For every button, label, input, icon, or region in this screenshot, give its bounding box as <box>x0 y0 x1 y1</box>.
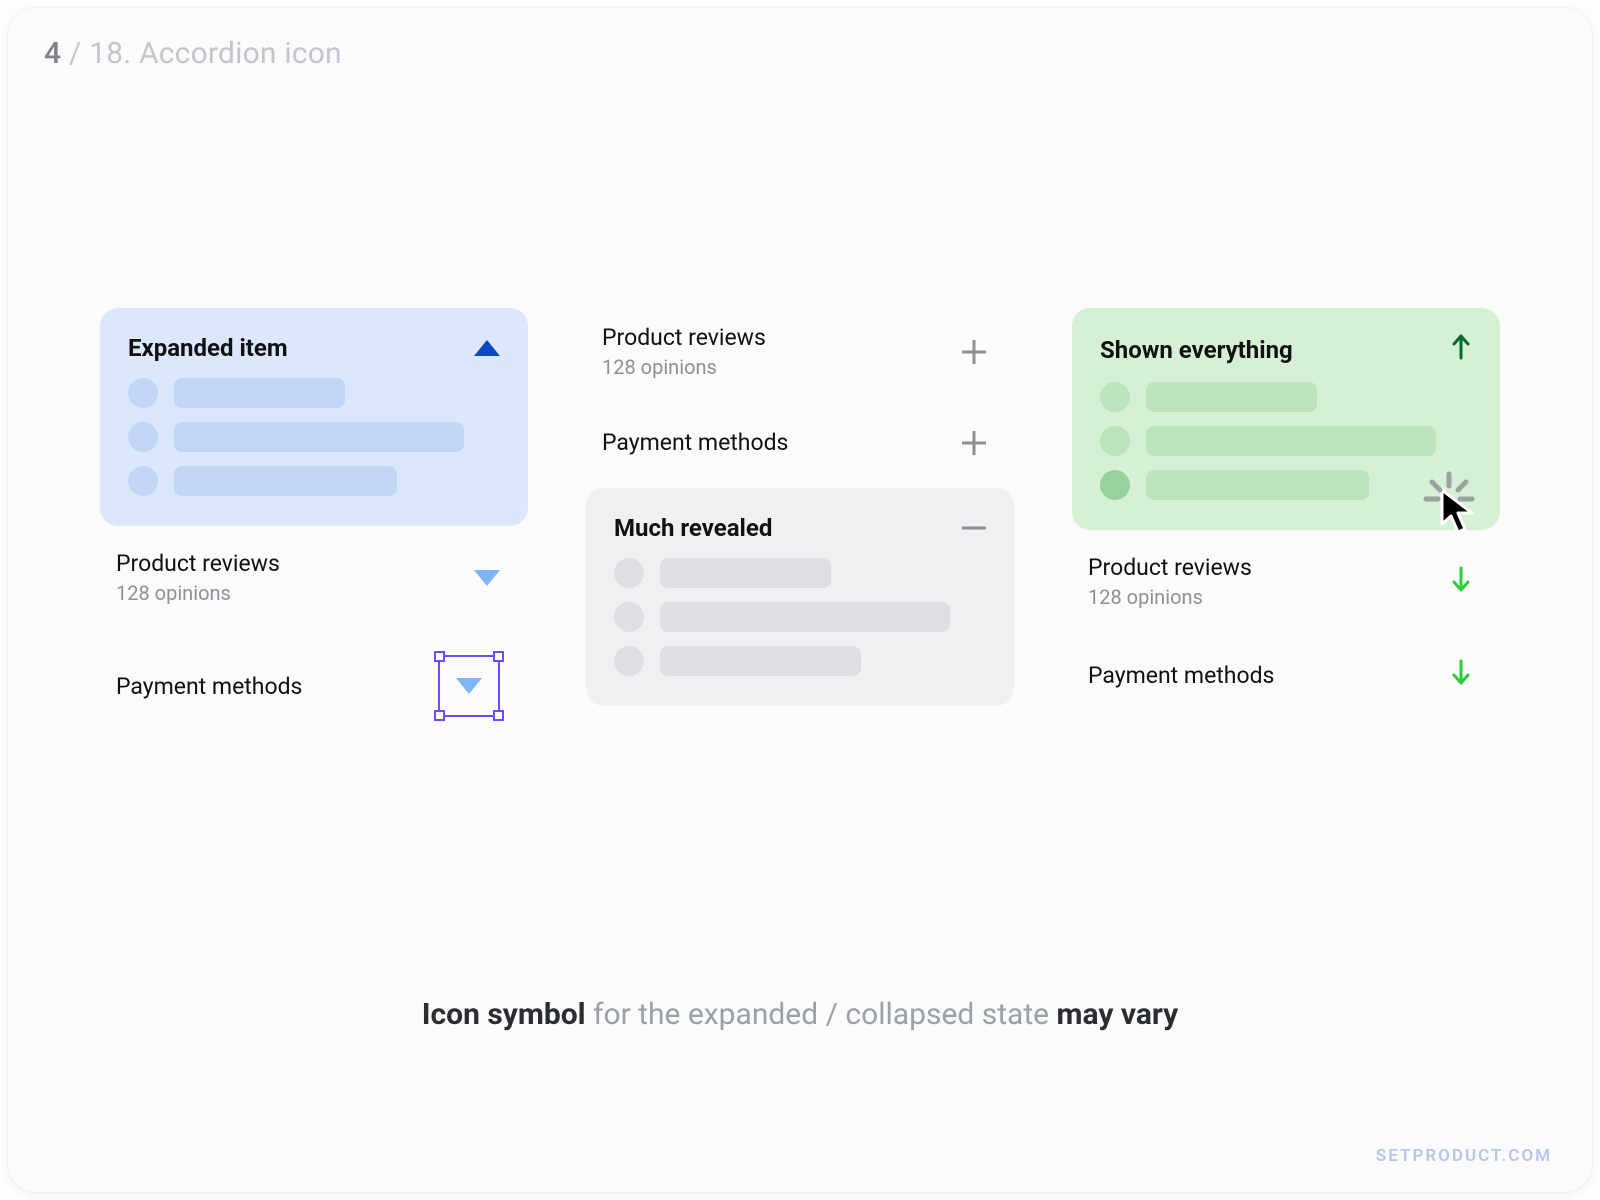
accordion-row-label: Product reviews <box>602 324 766 351</box>
avatar-placeholder <box>614 602 644 632</box>
arrow-up-icon[interactable] <box>1450 334 1472 366</box>
text-placeholder <box>660 646 861 676</box>
list-item <box>1100 470 1472 500</box>
minus-icon[interactable] <box>962 516 986 540</box>
accordion-expanded-card: Much revealed <box>586 488 1014 706</box>
breadcrumb-rest: 18. Accordion icon <box>89 36 342 71</box>
accordion-row-label: Payment methods <box>116 673 302 700</box>
arrow-down-icon[interactable] <box>1450 566 1472 598</box>
accordion-row-payment[interactable]: Payment methods <box>1072 643 1500 707</box>
text-placeholder <box>174 466 397 496</box>
plus-icon[interactable] <box>962 431 986 455</box>
avatar-placeholder <box>614 646 644 676</box>
resize-handle[interactable] <box>434 710 445 721</box>
caption: Icon symbol for the expanded / collapsed… <box>8 997 1592 1032</box>
text-placeholder <box>1146 426 1436 456</box>
accordion-expanded-card: Shown everything <box>1072 308 1500 530</box>
list-item <box>128 378 500 408</box>
accordion-row-reviews[interactable]: Product reviews 128 opinions <box>586 308 1014 395</box>
accordion-expanded-title: Expanded item <box>128 334 288 362</box>
caption-strong-c: may vary <box>1057 997 1179 1032</box>
accordion-row-label: Product reviews <box>1088 554 1252 581</box>
resize-handle[interactable] <box>493 651 504 662</box>
accordion-row-sublabel: 128 opinions <box>116 581 280 605</box>
avatar-placeholder <box>128 466 158 496</box>
text-placeholder <box>660 558 831 588</box>
caption-strong-a: Icon symbol <box>422 997 586 1032</box>
selection-frame[interactable] <box>438 655 500 717</box>
watermark: SETPRODUCT.COM <box>1376 1146 1552 1166</box>
accordion-row-label: Product reviews <box>116 550 280 577</box>
accordion-row-payment[interactable]: Payment methods <box>586 413 1014 472</box>
resize-handle[interactable] <box>493 710 504 721</box>
accordion-row-label: Payment methods <box>1088 662 1274 689</box>
list-item <box>128 422 500 452</box>
text-placeholder <box>1146 382 1317 412</box>
avatar-placeholder <box>1100 426 1130 456</box>
avatar-placeholder <box>128 378 158 408</box>
accordion-row-payment[interactable]: Payment methods <box>100 639 528 733</box>
breadcrumb-index: 4 <box>44 36 61 71</box>
caret-down-icon[interactable] <box>456 678 482 694</box>
accordion-row-sublabel: 128 opinions <box>602 355 766 379</box>
avatar-placeholder <box>128 422 158 452</box>
list-item <box>614 558 986 588</box>
text-placeholder <box>660 602 950 632</box>
breadcrumb-sep: / <box>61 36 89 71</box>
breadcrumb: 4 / 18. Accordion icon <box>44 36 342 71</box>
avatar-placeholder <box>1100 382 1130 412</box>
arrow-down-icon[interactable] <box>1450 659 1472 691</box>
click-burst-icon <box>1420 470 1478 528</box>
text-placeholder <box>174 422 464 452</box>
avatar-placeholder <box>1100 470 1130 500</box>
accordion-row-sublabel: 128 opinions <box>1088 585 1252 609</box>
cursor-overlay <box>1438 488 1480 538</box>
accordion-expanded-title: Shown everything <box>1100 336 1293 364</box>
list-item <box>1100 426 1472 456</box>
list-item <box>1100 382 1472 412</box>
accordion-row-reviews[interactable]: Product reviews 128 opinions <box>100 534 528 621</box>
plus-icon[interactable] <box>962 340 986 364</box>
avatar-placeholder <box>614 558 644 588</box>
text-placeholder <box>1146 470 1369 500</box>
list-item <box>128 466 500 496</box>
accordion-row-label: Payment methods <box>602 429 788 456</box>
list-item <box>614 646 986 676</box>
list-item <box>614 602 986 632</box>
caret-up-icon[interactable] <box>474 340 500 356</box>
caption-mid: for the expanded / collapsed state <box>586 997 1057 1032</box>
text-placeholder <box>174 378 345 408</box>
resize-handle[interactable] <box>434 651 445 662</box>
accordion-expanded-title: Much revealed <box>614 514 772 542</box>
caret-down-icon[interactable] <box>474 570 500 586</box>
accordion-row-reviews[interactable]: Product reviews 128 opinions <box>1072 538 1500 625</box>
accordion-expanded-card: Expanded item <box>100 308 528 526</box>
